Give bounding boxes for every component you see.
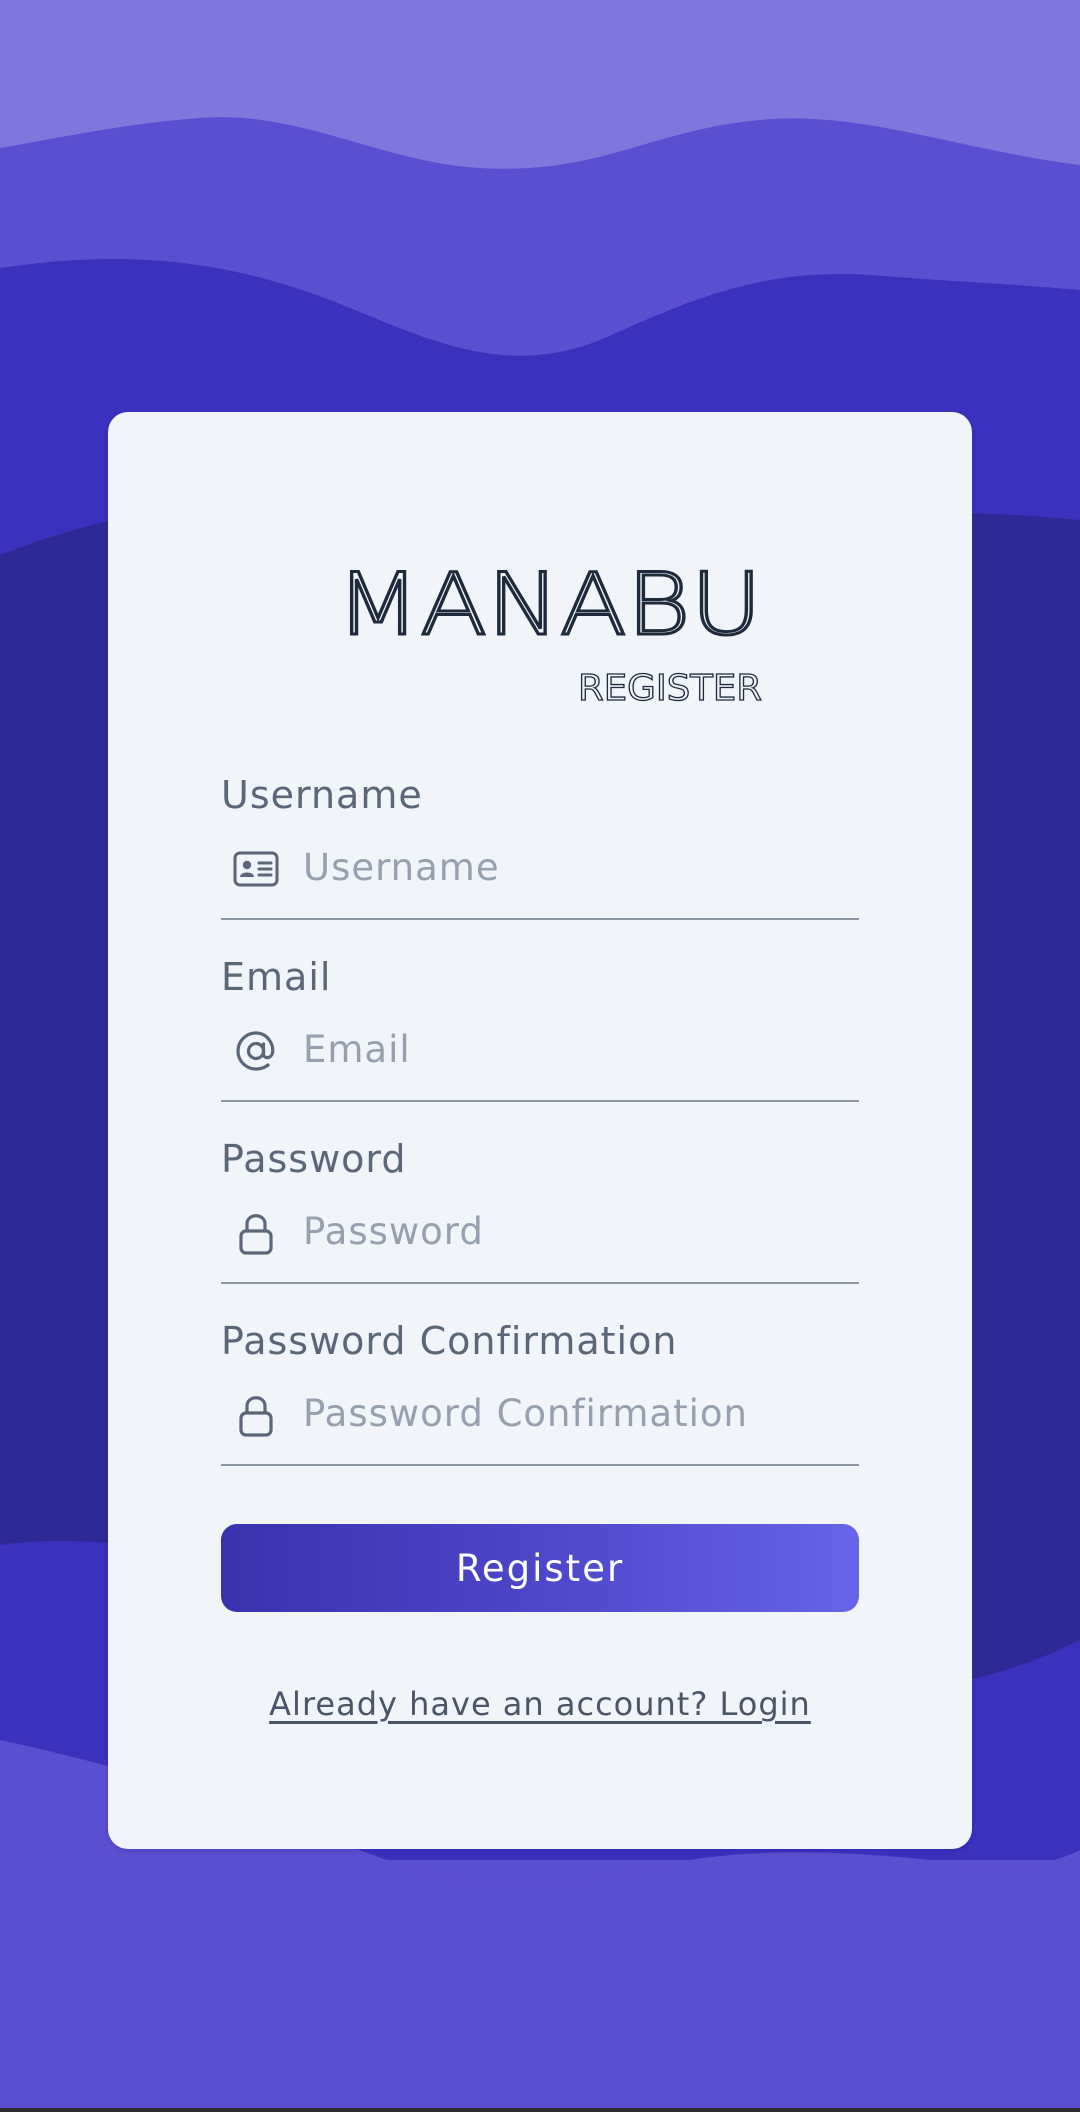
password-confirmation-label: Password Confirmation — [221, 1319, 678, 1363]
email-input-row — [221, 1000, 859, 1102]
id-card-icon — [233, 851, 279, 887]
username-label: Username — [221, 773, 423, 817]
manabu-logo: MANABU REGISTER — [335, 554, 763, 710]
register-card: MANABU REGISTER Username Email — [108, 412, 972, 1849]
password-confirmation-field: Password Confirmation — [221, 1318, 859, 1466]
email-input[interactable] — [303, 1018, 853, 1080]
username-input[interactable] — [303, 836, 853, 898]
brand-name: MANABU — [336, 555, 762, 655]
username-input-row — [221, 818, 859, 920]
brand-subtitle: REGISTER — [578, 668, 762, 709]
email-field: Email — [221, 954, 859, 1102]
login-link[interactable]: Already have an account? Login — [108, 1685, 972, 1723]
password-confirmation-input[interactable] — [303, 1382, 853, 1444]
password-confirmation-input-row — [221, 1364, 859, 1466]
register-button[interactable]: Register — [221, 1524, 859, 1612]
lock-icon — [239, 1396, 273, 1437]
password-label: Password — [221, 1137, 407, 1181]
at-sign-icon — [236, 1031, 275, 1071]
password-input-row — [221, 1182, 859, 1284]
password-field: Password — [221, 1136, 859, 1284]
password-input[interactable] — [303, 1200, 853, 1262]
username-field: Username — [221, 772, 859, 920]
lock-icon — [239, 1214, 273, 1255]
email-label: Email — [221, 955, 332, 999]
